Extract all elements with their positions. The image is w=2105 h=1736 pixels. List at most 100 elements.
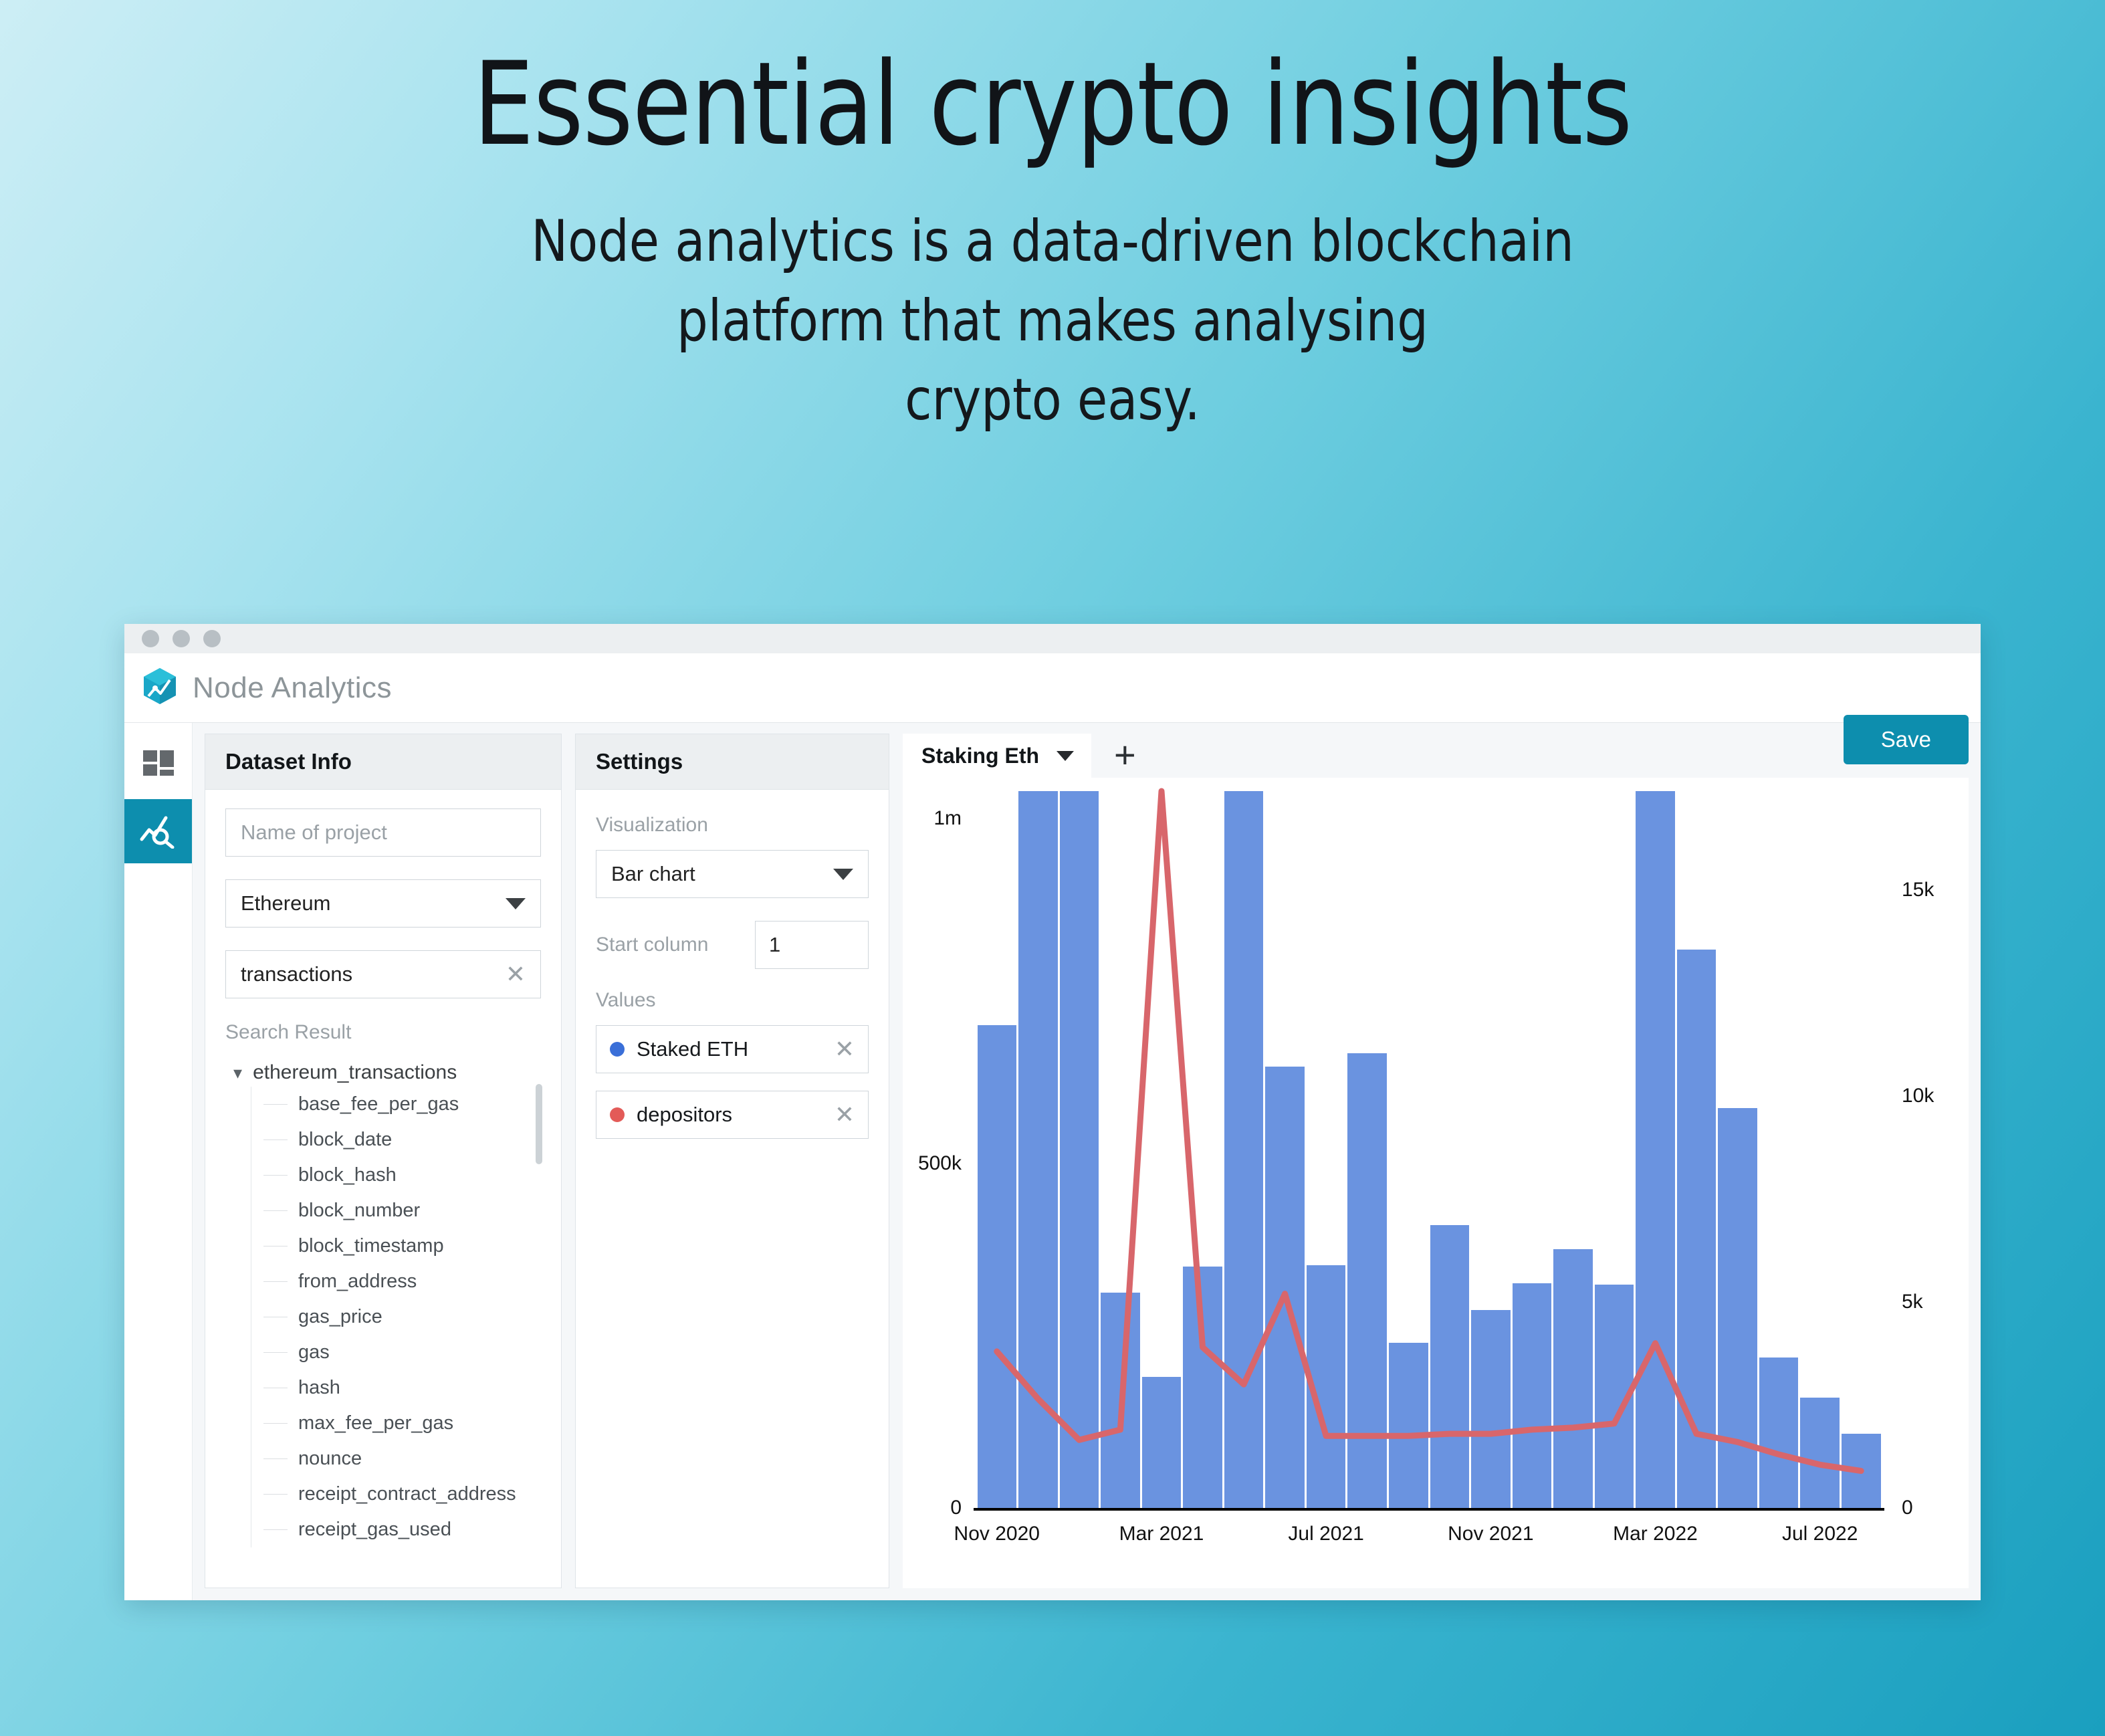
close-x-icon[interactable]: ✕ xyxy=(835,1037,855,1061)
visualization-label: Visualization xyxy=(596,814,708,836)
panels-region: Dataset Info Name of project Ethereum tr… xyxy=(193,715,1981,1600)
tree-item-label: block_date xyxy=(298,1129,393,1150)
tree-root-node[interactable]: ▾ ethereum_transactions xyxy=(225,1057,541,1087)
series-color-dot-icon xyxy=(610,1042,625,1057)
tree-branch-line xyxy=(263,1210,288,1211)
tree-branch-line xyxy=(263,1281,288,1282)
sidebar-item-dashboard[interactable] xyxy=(124,735,192,799)
value-chip-label: depositors xyxy=(637,1103,733,1126)
tree-item[interactable]: gas_price xyxy=(251,1299,541,1335)
chain-select-value: Ethereum xyxy=(241,891,331,915)
x-axis-line xyxy=(974,1508,1884,1511)
chevron-down-icon xyxy=(833,868,853,880)
value-chip[interactable]: Staked ETH ✕ xyxy=(596,1025,869,1073)
tree-item[interactable]: block_hash xyxy=(251,1158,541,1193)
tree-item[interactable]: gas xyxy=(251,1335,541,1370)
chevron-down-icon[interactable]: ▾ xyxy=(233,1064,242,1081)
minimize-dot[interactable] xyxy=(173,630,190,647)
plot-area xyxy=(976,788,1882,1508)
tree-item-label: gas_price xyxy=(298,1306,382,1327)
close-dot[interactable] xyxy=(142,630,159,647)
start-column-value: 1 xyxy=(769,933,781,956)
left-rail xyxy=(124,723,193,1600)
tree-item[interactable]: block_number xyxy=(251,1193,541,1228)
save-button[interactable]: Save xyxy=(1843,715,1969,764)
add-tab-button[interactable]: + xyxy=(1091,736,1159,774)
tree-item-label: base_fee_per_gas xyxy=(298,1093,459,1115)
hero-section: Essential crypto insights Node analytics… xyxy=(0,0,2105,440)
chevron-down-icon[interactable] xyxy=(1057,750,1075,761)
project-name-input[interactable]: Name of project xyxy=(225,808,541,857)
tree-branch-line xyxy=(263,1352,288,1353)
table-search-value: transactions xyxy=(241,962,353,986)
value-chip-content: depositors xyxy=(610,1103,732,1127)
tree-item-label: receipt_gas_used xyxy=(298,1519,451,1540)
x-axis-tick: Jul 2022 xyxy=(1781,1523,1858,1545)
tree-root-label: ethereum_transactions xyxy=(253,1061,457,1083)
search-result-label: Search Result xyxy=(225,1021,352,1043)
project-name-placeholder: Name of project xyxy=(241,821,387,844)
tree-item-label: block_hash xyxy=(298,1164,397,1186)
dataset-info-panel: Dataset Info Name of project Ethereum tr… xyxy=(205,734,562,1588)
values-list: Staked ETH ✕ depositors ✕ xyxy=(596,1025,869,1139)
tree-item-label: receipt_contract_address xyxy=(298,1483,516,1505)
x-axis-tick: Mar 2022 xyxy=(1613,1523,1698,1545)
chain-select[interactable]: Ethereum xyxy=(225,879,541,928)
brand-name: Node Analytics xyxy=(193,671,393,704)
x-axis-tick: Mar 2021 xyxy=(1119,1523,1204,1545)
settings-body: Visualization Bar chart Start column 1 V… xyxy=(576,790,889,1588)
tree-item[interactable]: block_timestamp xyxy=(251,1228,541,1264)
value-chip-label: Staked ETH xyxy=(637,1037,749,1061)
table-search-input[interactable]: transactions ✕ xyxy=(225,950,541,998)
maximize-dot[interactable] xyxy=(203,630,221,647)
y-axis-left-tick: 0 xyxy=(950,1497,962,1519)
page-title: Essential crypto insights xyxy=(473,37,1633,171)
tree-branch-line xyxy=(263,1529,288,1530)
series-color-dot-icon xyxy=(610,1107,625,1122)
tree-item[interactable]: hash xyxy=(251,1370,541,1406)
close-x-icon[interactable]: ✕ xyxy=(506,962,526,986)
app-header: Node Analytics xyxy=(124,653,1981,723)
tree-item[interactable]: base_fee_per_gas xyxy=(251,1087,541,1122)
dashboard-grid-icon xyxy=(142,749,175,786)
y-axis-left-tick: 500k xyxy=(917,1152,962,1174)
chart-tabbar: Staking Eth + Save xyxy=(903,715,1969,778)
tree-item[interactable]: max_fee_per_gas xyxy=(251,1406,541,1441)
tree-item[interactable]: from_address xyxy=(251,1264,541,1299)
tab-label: Staking Eth xyxy=(921,743,1040,768)
visualization-select[interactable]: Bar chart xyxy=(596,850,869,898)
dataset-info-title: Dataset Info xyxy=(205,734,561,790)
start-column-label: Start column xyxy=(596,934,709,956)
tree-scrollbar-thumb[interactable] xyxy=(536,1084,542,1164)
x-axis-tick: Nov 2021 xyxy=(1448,1523,1534,1545)
chart-canvas: 0 500k 1m 0 5k 10k 15k Nov 2020 Mar 2021 Jul 2021… xyxy=(903,778,1969,1588)
y-axis-right-tick: 10k xyxy=(1902,1084,1934,1107)
value-chip-content: Staked ETH xyxy=(610,1037,748,1061)
x-axis-tick: Nov 2020 xyxy=(954,1523,1040,1545)
start-column-input[interactable]: 1 xyxy=(755,921,869,969)
tree-children: base_fee_per_gas block_date block_hashbloc… xyxy=(251,1087,541,1547)
tree-item[interactable]: receipt_contract_address xyxy=(251,1477,541,1512)
tree-item-label: hash xyxy=(298,1377,340,1398)
y-axis-right-tick: 5k xyxy=(1902,1290,1923,1313)
y-axis-right-tick: 15k xyxy=(1902,878,1934,901)
line-series-depositors xyxy=(994,788,1864,1475)
close-x-icon[interactable]: ✕ xyxy=(835,1103,855,1127)
subtitle-line-1: Node analytics is a data-driven blockcha… xyxy=(531,208,1574,275)
start-column-row: Start column 1 xyxy=(596,921,869,969)
dataset-info-body: Name of project Ethereum transactions ✕ … xyxy=(205,790,561,1588)
value-chip[interactable]: depositors ✕ xyxy=(596,1091,869,1139)
sidebar-item-analytics[interactable] xyxy=(124,799,192,863)
dataset-tree: ▾ ethereum_transactions base_fee_per_gas… xyxy=(225,1057,542,1547)
tree-branch-line xyxy=(263,1458,288,1459)
subtitle-line-2: platform that makes analysing xyxy=(677,287,1428,354)
cube-analytics-logo-icon xyxy=(142,667,178,709)
tree-branch-line xyxy=(263,1423,288,1424)
tree-item[interactable]: nounce xyxy=(251,1441,541,1477)
tree-item[interactable]: receipt_gas_used xyxy=(251,1512,541,1547)
tab-staking-eth[interactable]: Staking Eth xyxy=(903,734,1092,778)
chart-search-icon xyxy=(139,811,178,852)
page-subtitle: Node analytics is a data-driven blockcha… xyxy=(417,202,1688,440)
tree-item-label: from_address xyxy=(298,1271,417,1292)
tree-item[interactable]: block_date xyxy=(251,1122,541,1158)
